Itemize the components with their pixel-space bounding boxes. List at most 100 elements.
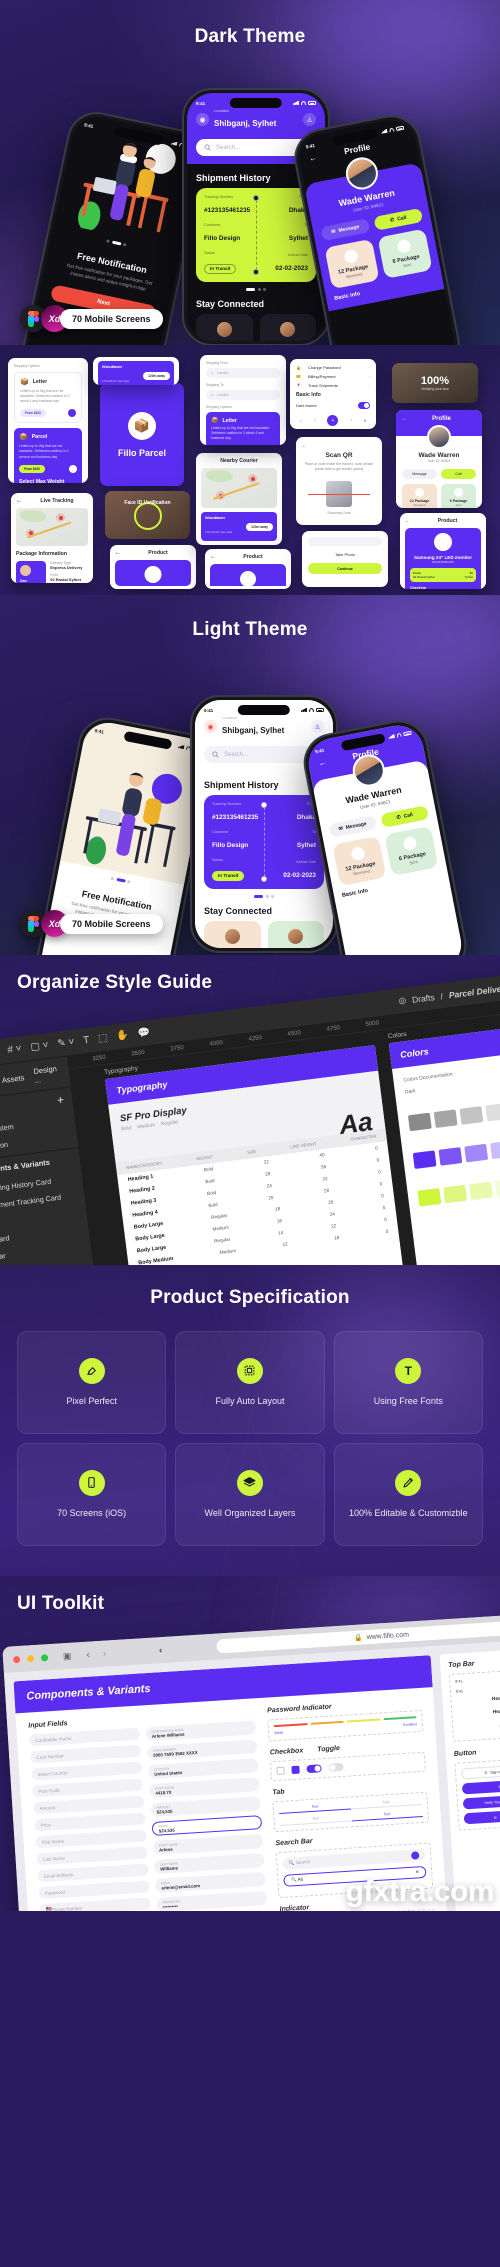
input-country[interactable]: Select Country [30,1761,143,1781]
tab-design[interactable]: Design ... [33,1064,62,1085]
input-amount-filled[interactable]: AMOUNT $24,535 [150,1796,262,1818]
checkbox-checked[interactable] [291,1765,301,1775]
color-swatch[interactable] [438,1147,463,1166]
grid-card-courier-list-top[interactable]: Woodlawn 173 Holt Dr, San Jose 120m away [93,357,179,385]
message-button[interactable]: ✉ Message [328,815,378,839]
spec-card-70-screens[interactable]: 70 Screens (iOS) [17,1443,167,1546]
color-swatch[interactable] [490,1140,500,1160]
connected-card[interactable]: Find Nearby Courier [204,921,261,948]
tab-item[interactable]: Text [350,1798,423,1810]
select-radio[interactable] [69,464,77,473]
input-firstname-filled[interactable]: FIRST NAME Arlene [152,1834,264,1855]
color-swatch[interactable] [412,1150,437,1169]
notification-bell-icon[interactable]: ◬ [303,113,316,126]
nav-clock-icon[interactable]: ◔ [349,418,352,424]
grid-card-nearby-courier[interactable]: Nearby Courier Woodlawn 173 Holt Dr, San… [196,453,282,545]
color-swatch[interactable] [464,1143,489,1163]
spec-card-pixel-perfect[interactable]: Pixel Perfect [17,1331,167,1434]
spec-card-free-fonts[interactable]: T Using Free Fonts [333,1331,483,1434]
color-swatch[interactable] [469,1181,493,1201]
continue-button[interactable]: Continue [308,563,382,574]
input-cardnumber-filled[interactable]: CARD NUMBER 3960 7599 3582 XXXX [146,1739,258,1761]
figma-window[interactable]: ⌘ ˅ ▷ ˅ # ˅ ▢ ˅ ✎ ˅ T ⬚ ✋ 💬 ◎ Drafts / P… [0,969,500,1265]
minimize-icon[interactable] [26,1654,35,1663]
call-button[interactable]: ✆ Call [380,805,430,828]
map-view[interactable] [16,508,88,546]
call-button[interactable]: Call [441,469,476,480]
input-cardholder-filled[interactable]: CARDHOLDER NAME Arlene Williams [145,1720,257,1742]
input-price-filled[interactable]: PRICE $24,535 [151,1815,263,1837]
shipment-pager[interactable] [195,889,333,904]
add-page-icon[interactable]: ＋ [56,1094,65,1106]
nav-profile-icon[interactable]: ● [363,418,366,424]
grid-card-live-tracking[interactable]: ← Live Tracking Package Information Dan … [11,493,93,583]
grid-card-product-detail[interactable]: ← Product Samsung 24" LED monitor #12313… [400,513,486,589]
checkbox-unchecked[interactable] [276,1766,286,1776]
close-icon[interactable] [12,1655,21,1663]
color-swatch[interactable] [433,1109,458,1128]
color-swatch[interactable] [417,1188,442,1207]
map-pin[interactable] [216,491,226,501]
hand-tool-icon[interactable]: ✋ [116,1030,130,1042]
pen-tool-icon[interactable]: ✎ ˅ [57,1037,75,1050]
search-submit-icon[interactable] [410,1851,420,1860]
connected-card[interactable]: Calculate Shipment [267,921,324,948]
call-button[interactable]: ✆ Call [373,207,424,231]
input-lastname-filled[interactable]: LAST NAME Williams [153,1853,265,1874]
frame-label[interactable]: Colors [387,1031,407,1040]
color-swatch[interactable] [407,1112,432,1132]
color-swatch[interactable] [485,1102,500,1122]
sidebar-toggle-icon[interactable]: ▣ [63,1650,72,1662]
map-pin[interactable] [26,528,36,538]
input-cardholder[interactable]: Cardholder Name [28,1727,141,1747]
map-view[interactable] [201,468,277,508]
stat-card-received[interactable]: 12 Package Received [324,238,380,290]
google-signin-button[interactable]: G Sign in with Google [460,1763,500,1780]
qr-scan-area[interactable] [302,477,376,511]
spec-card-organized-layers[interactable]: Well Organized Layers [175,1443,325,1546]
grid-card-shipping-form[interactable]: Shipping From ◎ Location Shipping To ◎ Loc… [200,355,286,445]
shield-icon[interactable]: ◐ [158,1645,164,1655]
shape-tool-icon[interactable]: ▢ ˅ [30,1040,49,1053]
back-arrow-icon[interactable]: ← [16,498,22,504]
location-row[interactable]: ◉ Location Shibganj, Sylhet ◬ [204,715,324,738]
input-firstname[interactable]: First Name [35,1829,147,1849]
input-email[interactable]: Email Address [37,1863,149,1883]
stat-card-sent[interactable]: 6 Package Sent [377,228,433,279]
back-arrow-icon[interactable]: ← [210,554,216,560]
input-password[interactable]: Password [38,1880,150,1900]
input-postcode-filled[interactable]: POST CODE 4418.70 [148,1777,261,1799]
tab-assets[interactable]: Assets [1,1073,24,1085]
browser-window[interactable]: ▣ ‹ › ◐ 🔒 www.fillo.com ⟳ Components & V… [2,1605,500,1911]
grid-card-face-id[interactable]: Face ID Verification [105,491,190,539]
nav-home-icon[interactable]: ⌂ [299,418,302,424]
shipment-card[interactable]: Tracking Number #123135461235 From Dhaka… [204,795,324,889]
bottom-nav[interactable]: ⌂ ○ + ◔ ● [296,415,370,426]
tab-item[interactable]: Text [279,1802,351,1814]
primary-button[interactable]: Button [461,1778,500,1795]
color-swatch[interactable] [443,1184,468,1204]
shipment-card[interactable]: Tracking Number #123135461235 From Dhaka… [196,188,316,282]
toggle-on[interactable] [306,1764,323,1774]
maximize-icon[interactable] [40,1653,49,1662]
toolkit-side-canvas[interactable]: Top Bar 9:41 9:41 ← Header ← Header Butt… [439,1641,500,1911]
connected-card[interactable]: Calculate Shipment [259,314,316,341]
take-photo-button[interactable]: Take Photo [308,552,382,557]
grid-card-splash[interactable]: 📦 Fillo Parcel [100,383,184,486]
dark-theme-toggle[interactable] [358,402,370,409]
input-email-filled[interactable]: EMAIL arlene@email.com [154,1871,267,1893]
frame-colors[interactable]: Colors Colors Documentation Dark [388,1020,500,1265]
select-radio[interactable] [68,409,76,418]
shipping-from-input[interactable]: ◎ Location [206,368,280,378]
spec-card-editable[interactable]: 100% Editable & Customizble [333,1443,483,1546]
map-pin[interactable] [248,474,258,484]
color-swatch[interactable] [459,1106,484,1125]
toggle-off[interactable] [328,1762,345,1772]
verify-document-button[interactable]: Verify Your Document → [462,1793,500,1810]
input-country-filled[interactable]: COUNTRY United States [147,1758,260,1780]
grid-card-product-1[interactable]: ← Product [110,545,196,589]
stat-card-sent[interactable]: 6 Package Sent [384,825,439,877]
message-button[interactable]: ✉ Message [320,218,371,242]
menu-item[interactable]: Track Shipments [308,383,365,388]
location-row[interactable]: ◉ Location Shibganj, Sylhet ◬ [196,108,316,131]
